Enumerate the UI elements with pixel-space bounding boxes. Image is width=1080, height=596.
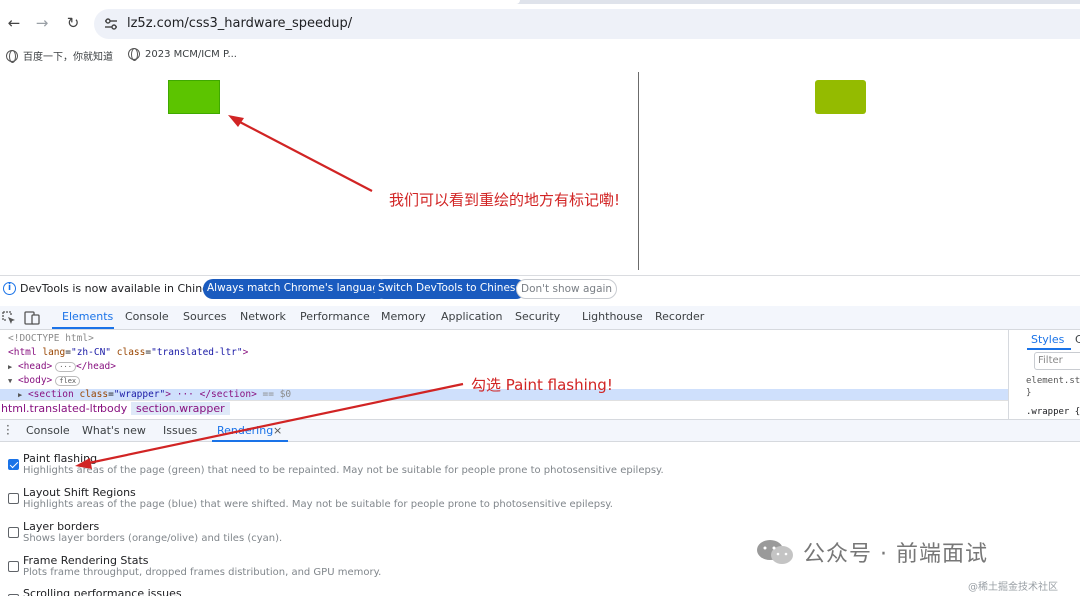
- dom-doctype[interactable]: <!DOCTYPE html>: [8, 333, 94, 344]
- option-title: Layer borders: [23, 520, 100, 533]
- devtools-tab-bar: Elements Console Sources Network Perform…: [0, 306, 1080, 330]
- bookmarks-bar: 百度一下，你就知道 2023 MCM/ICM P...: [0, 42, 1080, 70]
- style-rule-close: }: [1026, 388, 1032, 398]
- drawer-tab-bar: · · · Console What's new Issues Rendering …: [0, 419, 1080, 442]
- bookmark-baidu[interactable]: 百度一下，你就知道: [6, 48, 113, 63]
- site-settings-icon[interactable]: [102, 15, 120, 33]
- frame-stats-checkbox[interactable]: [8, 561, 19, 572]
- page-viewport: [0, 70, 1080, 270]
- tab-application[interactable]: Application: [441, 310, 502, 323]
- drawer-tab-rendering[interactable]: Rendering: [217, 424, 273, 437]
- switch-to-chinese-button[interactable]: Switch DevTools to Chinese: [374, 279, 526, 299]
- paint-flashing-checkbox[interactable]: [8, 459, 19, 470]
- option-desc: Highlights areas of the page (green) tha…: [23, 465, 664, 476]
- option-title: Layout Shift Regions: [23, 486, 136, 499]
- expand-triangle-icon[interactable]: ▶: [18, 391, 22, 399]
- globe-icon: [128, 48, 140, 61]
- styles-tab-indicator: [1027, 348, 1071, 350]
- watermark: 公众号 · 前端面试: [755, 536, 988, 568]
- close-icon[interactable]: ×: [273, 424, 282, 437]
- annotation-repaint: 我们可以看到重绘的地方有标记嘞!: [389, 191, 621, 209]
- tab-recorder[interactable]: Recorder: [655, 310, 704, 323]
- tab-memory[interactable]: Memory: [381, 310, 426, 323]
- infobar-message: DevTools is now available in Chinese!: [20, 282, 226, 295]
- option-desc: Plots frame throughput, dropped frames d…: [23, 567, 382, 578]
- drawer-active-indicator: [212, 440, 288, 442]
- back-arrow-icon[interactable]: ←: [4, 13, 24, 33]
- bookmark-label: 2023 MCM/ICM P...: [145, 48, 237, 60]
- option-title: Paint flashing: [23, 452, 98, 465]
- annotation-paint-flashing: 勾选 Paint flashing!: [471, 376, 613, 394]
- expand-triangle-icon[interactable]: ▶: [8, 363, 12, 371]
- url-text: lz5z.com/css3_hardware_speedup/: [127, 16, 353, 31]
- reload-icon[interactable]: ↻: [63, 13, 83, 33]
- layer-borders-checkbox[interactable]: [8, 527, 19, 538]
- more-tools-icon[interactable]: · · ·: [6, 420, 10, 440]
- layout-shift-checkbox[interactable]: [8, 493, 19, 504]
- styles-filter-input[interactable]: Filter: [1034, 352, 1080, 370]
- watermark-source: @稀土掘金技术社区: [968, 582, 1058, 593]
- drawer-tab-issues[interactable]: Issues: [163, 424, 197, 437]
- flex-badge[interactable]: flex: [55, 376, 81, 386]
- always-match-language-button[interactable]: Always match Chrome's language: [203, 279, 390, 299]
- style-rule-element: element.sty: [1026, 376, 1080, 386]
- active-tab-indicator: [52, 327, 114, 329]
- option-title: Frame Rendering Stats: [23, 554, 149, 567]
- inspect-element-icon[interactable]: [2, 311, 16, 325]
- tab-security[interactable]: Security: [515, 310, 560, 323]
- dom-body-node[interactable]: ▼ <body> flex: [8, 375, 81, 386]
- wechat-icon: [757, 540, 793, 564]
- option-desc: Shows layer borders (orange/olive) and t…: [23, 533, 283, 544]
- drawer-tab-console[interactable]: Console: [26, 424, 70, 437]
- dom-head-node[interactable]: ▶ <head> ··· </head>: [8, 361, 116, 372]
- dom-html-node[interactable]: <html lang="zh-CN" class="translated-ltr…: [8, 347, 248, 358]
- breadcrumb: html.translated-ltr body section.wrapper: [0, 400, 1008, 418]
- option-title: Scrolling performance issues: [23, 587, 182, 596]
- watermark-text: 公众号 · 前端面试: [803, 542, 988, 567]
- navigation-bar: ← → ↻ lz5z.com/css3_hardware_speedup/: [0, 4, 1080, 42]
- tab-lighthouse[interactable]: Lighthouse: [582, 310, 643, 323]
- styles-pane: Styles C Filter element.sty } .wrapper {: [1008, 330, 1080, 420]
- collapse-triangle-icon[interactable]: ▼: [8, 377, 12, 385]
- dont-show-again-button[interactable]: Don't show again: [516, 279, 618, 299]
- tab-performance[interactable]: Performance: [300, 310, 370, 323]
- style-rule-wrapper: .wrapper {: [1026, 407, 1080, 417]
- animated-box: [815, 80, 866, 114]
- address-bar[interactable]: lz5z.com/css3_hardware_speedup/: [94, 9, 1080, 39]
- device-toolbar-icon[interactable]: [24, 311, 40, 325]
- breadcrumb-html[interactable]: html.translated-ltr: [1, 402, 102, 415]
- info-icon: i: [3, 282, 16, 295]
- drawer-tab-whats-new[interactable]: What's new: [82, 424, 146, 437]
- paint-flash-box: [168, 80, 220, 114]
- tab-styles[interactable]: Styles: [1031, 333, 1064, 346]
- tab-sources[interactable]: Sources: [183, 310, 227, 323]
- forward-arrow-icon[interactable]: →: [32, 13, 52, 33]
- option-desc: Highlights areas of the page (blue) that…: [23, 499, 613, 510]
- bookmark-label: 百度一下，你就知道: [23, 52, 113, 63]
- breadcrumb-section[interactable]: section.wrapper: [131, 402, 230, 415]
- breadcrumb-body[interactable]: body: [100, 402, 127, 415]
- tab-computed[interactable]: C: [1075, 333, 1080, 346]
- globe-icon: [6, 49, 18, 63]
- bookmark-mcm[interactable]: 2023 MCM/ICM P...: [128, 48, 237, 61]
- devtools-language-infobar: i DevTools is now available in Chinese! …: [0, 275, 1080, 303]
- page-divider: [638, 72, 639, 270]
- tab-elements[interactable]: Elements: [62, 310, 113, 323]
- tab-console[interactable]: Console: [125, 310, 169, 323]
- tab-network[interactable]: Network: [240, 310, 286, 323]
